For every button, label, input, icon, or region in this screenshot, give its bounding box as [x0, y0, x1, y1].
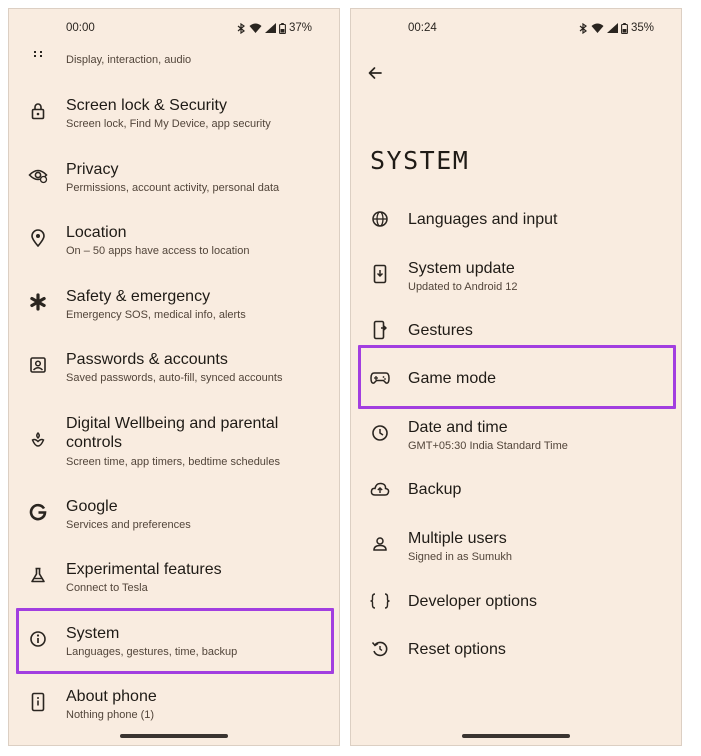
settings-item-subtitle: Screen time, app timers, bedtime schedul… — [66, 456, 280, 468]
flask-icon — [27, 564, 49, 586]
signal-icon — [264, 23, 276, 33]
status-bar: 00:00 37% — [9, 22, 339, 38]
settings-item-sound[interactable]: Display, interaction, audio — [9, 45, 339, 71]
reset-icon — [369, 638, 391, 660]
settings-item-subtitle: Nothing phone (1) — [66, 709, 155, 721]
system-item-title: Languages and input — [408, 211, 558, 228]
settings-item-subtitle: Connect to Tesla — [66, 582, 148, 594]
system-item-gestures[interactable]: Gestures — [351, 319, 681, 343]
bluetooth-icon — [579, 22, 587, 34]
settings-item-title: Privacy — [66, 161, 119, 178]
status-icons: 35% — [579, 22, 654, 34]
phone-info-icon — [27, 691, 49, 713]
system-screen: 00:24 35% SYSTEM Languages and input Sys… — [350, 8, 682, 746]
wifi-icon — [591, 23, 604, 33]
settings-item-title-line2: controls — [66, 434, 123, 451]
braces-icon — [369, 590, 391, 612]
asterisk-icon — [27, 291, 49, 313]
person-icon — [369, 533, 391, 555]
settings-item-safety[interactable]: Safety & emergency Emergency SOS, medica… — [9, 285, 339, 329]
system-item-subtitle: Signed in as Sumukh — [408, 551, 512, 563]
bluetooth-icon — [237, 22, 245, 34]
settings-item-experimental[interactable]: Experimental features Connect to Tesla — [9, 558, 339, 602]
gesture-nav-bar[interactable] — [120, 734, 228, 738]
system-item-languages[interactable]: Languages and input — [351, 208, 681, 232]
system-item-date-time[interactable]: Date and time GMT+05:30 India Standard T… — [351, 416, 681, 460]
settings-item-title: Digital Wellbeing and parental — [66, 415, 279, 432]
settings-item-title: Google — [66, 498, 118, 515]
system-item-title: Developer options — [408, 593, 537, 610]
settings-item-subtitle: Saved passwords, auto-fill, synced accou… — [66, 372, 283, 384]
back-arrow-icon — [368, 67, 382, 79]
lock-icon — [27, 100, 49, 122]
battery-percent: 37% — [288, 22, 312, 34]
settings-item-location[interactable]: Location On – 50 apps have access to loc… — [9, 221, 339, 265]
settings-item-subtitle: Services and preferences — [66, 519, 191, 531]
status-bar: 00:24 35% — [351, 22, 681, 38]
gesture-nav-bar[interactable] — [462, 734, 570, 738]
settings-item-title: Location — [66, 224, 127, 241]
page-title: SYSTEM — [370, 146, 470, 175]
settings-item-subtitle: Screen lock, Find My Device, app securit… — [66, 118, 271, 130]
settings-item-title: Safety & emergency — [66, 288, 211, 305]
gestures-icon — [369, 319, 391, 341]
clock-icon — [369, 422, 391, 444]
eye-icon — [27, 164, 49, 186]
system-item-title: Reset options — [408, 641, 506, 658]
wellbeing-icon — [27, 428, 49, 450]
settings-screen: 00:00 37% Display, interaction, audio Sc… — [8, 8, 340, 746]
settings-item-subtitle: Permissions, account activity, personal … — [66, 182, 280, 194]
signal-icon — [606, 23, 618, 33]
wifi-icon — [249, 23, 262, 33]
settings-item-title: Passwords & accounts — [66, 351, 228, 368]
settings-item-about-phone[interactable]: About phone Nothing phone (1) — [9, 685, 339, 729]
settings-item-title: Experimental features — [66, 561, 222, 578]
google-g-icon — [27, 501, 49, 523]
settings-item-title: Screen lock & Security — [66, 97, 227, 114]
settings-item-title: About phone — [66, 688, 157, 705]
battery-icon — [279, 22, 286, 34]
system-item-title: System update — [408, 260, 515, 277]
settings-item-passwords[interactable]: Passwords & accounts Saved passwords, au… — [9, 348, 339, 392]
settings-item-screen-lock[interactable]: Screen lock & Security Screen lock, Find… — [9, 94, 339, 138]
sound-vibration-icon — [27, 43, 49, 65]
system-item-multiple-users[interactable]: Multiple users Signed in as Sumukh — [351, 527, 681, 571]
status-icons: 37% — [237, 22, 312, 34]
settings-item-subtitle: On – 50 apps have access to location — [66, 245, 250, 257]
status-time: 00:24 — [408, 22, 437, 34]
globe-icon — [369, 208, 391, 230]
system-item-title: Backup — [408, 481, 462, 498]
highlight-box-game-mode — [358, 345, 676, 409]
system-item-system-update[interactable]: System update Updated to Android 12 — [351, 257, 681, 301]
settings-item-subtitle: Emergency SOS, medical info, alerts — [66, 309, 246, 321]
system-item-title: Gestures — [408, 322, 473, 339]
settings-item-google[interactable]: Google Services and preferences — [9, 495, 339, 539]
system-item-reset-options[interactable]: Reset options — [351, 638, 681, 662]
status-time: 00:00 — [66, 22, 95, 34]
back-button[interactable] — [363, 61, 387, 85]
battery-percent: 35% — [630, 22, 654, 34]
system-item-backup[interactable]: Backup — [351, 478, 681, 502]
cloud-upload-icon — [369, 478, 391, 500]
settings-item-digital-wellbeing[interactable]: Digital Wellbeing and parental controls … — [9, 412, 339, 474]
system-item-title: Multiple users — [408, 530, 507, 547]
system-update-icon — [369, 263, 391, 285]
highlight-box-system — [16, 608, 334, 674]
location-pin-icon — [27, 227, 49, 249]
battery-icon — [621, 22, 628, 34]
system-item-title: Date and time — [408, 419, 508, 436]
settings-item-subtitle: Display, interaction, audio — [66, 54, 192, 66]
account-box-icon — [27, 354, 49, 376]
system-item-subtitle: Updated to Android 12 — [408, 281, 518, 293]
settings-item-privacy[interactable]: Privacy Permissions, account activity, p… — [9, 158, 339, 202]
system-item-developer-options[interactable]: Developer options — [351, 590, 681, 614]
system-item-subtitle: GMT+05:30 India Standard Time — [408, 440, 568, 452]
